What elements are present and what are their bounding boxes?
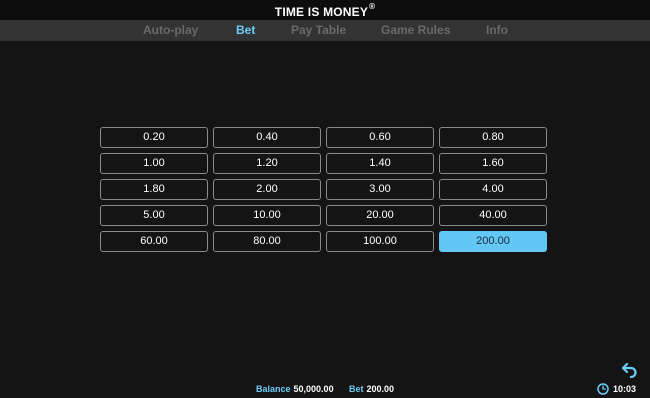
bet-option-button[interactable]: 0.60 [326, 127, 434, 148]
bet-option-button[interactable]: 80.00 [213, 231, 321, 252]
bet-option-button[interactable]: 1.40 [326, 153, 434, 174]
bet-option-button[interactable]: 200.00 [439, 231, 547, 252]
tab-info[interactable]: Info [486, 23, 508, 37]
tab-pay-table[interactable]: Pay Table [291, 23, 346, 37]
bet-option-button[interactable]: 0.40 [213, 127, 321, 148]
balance-display: Balance 50,000.00 [256, 384, 334, 394]
clock-time: 10:03 [613, 384, 637, 394]
bet-option-button[interactable]: 0.80 [439, 127, 547, 148]
bet-option-button[interactable]: 0.20 [100, 127, 208, 148]
bet-option-button[interactable]: 1.60 [439, 153, 547, 174]
bet-option-button[interactable]: 2.00 [213, 179, 321, 200]
balance-label: Balance [256, 384, 291, 394]
bet-label: Bet [349, 384, 364, 394]
registered-mark: ® [369, 2, 376, 11]
bet-option-button[interactable]: 1.20 [213, 153, 321, 174]
balance-value: 50,000.00 [293, 384, 334, 394]
bet-options-grid: 0.20 0.40 0.60 0.80 1.00 1.20 1.40 1.60 1.80 2.00… [100, 127, 547, 252]
tab-auto-play[interactable]: Auto-play [143, 23, 198, 37]
bet-option-button[interactable]: 1.00 [100, 153, 208, 174]
tab-bet[interactable]: Bet [236, 23, 255, 37]
title-bar: TIME IS MONEY® [0, 0, 650, 20]
clock-icon [597, 383, 609, 395]
bet-option-button[interactable]: 100.00 [326, 231, 434, 252]
bet-option-button[interactable]: 5.00 [100, 205, 208, 226]
bet-option-button[interactable]: 20.00 [326, 205, 434, 226]
tab-game-rules[interactable]: Game Rules [381, 23, 450, 37]
bet-value: 200.00 [366, 384, 395, 394]
bet-option-button[interactable]: 3.00 [326, 179, 434, 200]
bet-option-button[interactable]: 4.00 [439, 179, 547, 200]
bet-option-button[interactable]: 1.80 [100, 179, 208, 200]
game-title: TIME IS MONEY® [274, 2, 376, 19]
bet-option-button[interactable]: 10.00 [213, 205, 321, 226]
bet-option-button[interactable]: 60.00 [100, 231, 208, 252]
tab-bar: Auto-play Bet Pay Table Game Rules Info [0, 20, 650, 41]
footer-status: Balance 50,000.00 Bet 200.00 [0, 384, 650, 396]
bet-option-button[interactable]: 40.00 [439, 205, 547, 226]
back-arrow-icon[interactable] [622, 362, 638, 378]
bet-display: Bet 200.00 [349, 384, 394, 394]
